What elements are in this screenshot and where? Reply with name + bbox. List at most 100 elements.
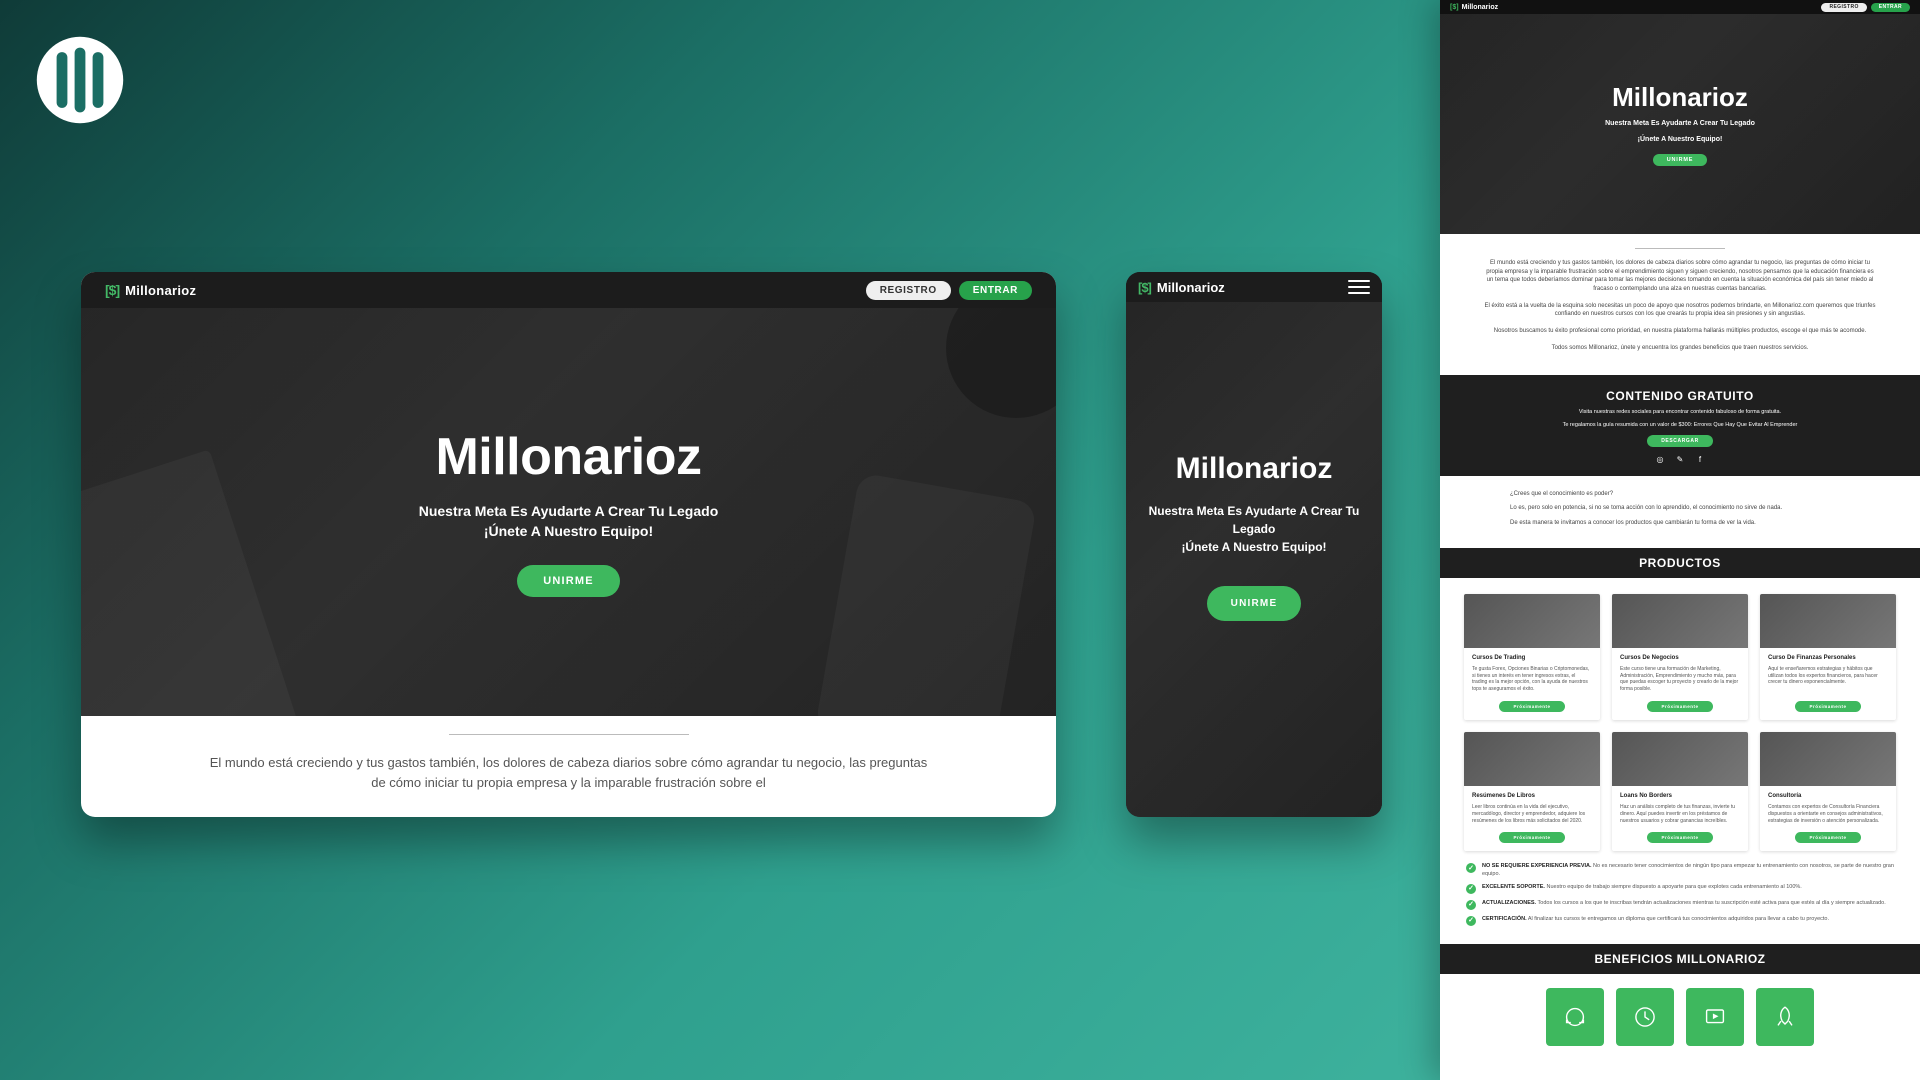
intro-divider [449, 734, 689, 735]
benefit-icon-1 [1546, 988, 1604, 1046]
gratuito-line2: Te regalamos la guía resumida con un val… [1500, 422, 1860, 429]
hero: Millonarioz Nuestra Meta Es Ayudarte A C… [1440, 14, 1920, 234]
hamburger-menu-icon[interactable] [1348, 280, 1370, 294]
gratuito-line1: Visita nuestras redes sociales para enco… [1500, 409, 1860, 416]
brand-name: Millonarioz [1462, 4, 1499, 11]
product-desc: Aquí te enseñaremos estrategias y hábito… [1768, 666, 1888, 686]
product-button[interactable]: Próximamente [1795, 832, 1860, 843]
product-button[interactable]: Próximamente [1647, 701, 1712, 712]
hero-sub1: Nuestra Meta Es Ayudarte A Crear Tu Lega… [1126, 502, 1382, 538]
product-body: ConsultoríaContamos con expertos de Cons… [1760, 786, 1896, 832]
product-title: Resúmenes De Libros [1472, 792, 1592, 800]
contenido-gratuito: CONTENIDO GRATUITO Visita nuestras redes… [1440, 375, 1920, 476]
feature-item: ✓ CERTIFICACIÓN. Al finalizar tus cursos … [1466, 916, 1894, 926]
play-icon [1701, 1003, 1729, 1031]
preview-mobile: [$] Millonarioz Millonarioz Nuestra Meta… [1126, 272, 1382, 817]
nav-buttons: REGISTRO ENTRAR [1821, 3, 1910, 12]
product-image [1464, 732, 1600, 786]
check-icon: ✓ [1466, 916, 1476, 926]
beneficios-icons [1440, 974, 1920, 1060]
hero-sub1: Nuestra Meta Es Ayudarte A Crear Tu Lega… [419, 501, 719, 521]
intro-f4: Todos somos Millonarioz, únete y encuent… [1484, 344, 1876, 353]
product-body: Loans No BordersHaz un análisis completo… [1612, 786, 1748, 832]
navbar: [$] Millonarioz REGISTRO ENTRAR [1440, 0, 1920, 14]
feature-item: ✓ACTUALIZACIONES. Todos los cursos a los… [1466, 900, 1894, 910]
product-button[interactable]: Próximamente [1499, 832, 1564, 843]
know-q: ¿Crees que el conocimiento es poder? [1510, 490, 1850, 499]
knowledge-section: ¿Crees que el conocimiento es poder? Lo … [1440, 476, 1920, 548]
product-desc: Leer libros continúa en la vida del ejec… [1472, 804, 1592, 824]
product-desc: Te gusta Forex, Opciones Binarias o Crip… [1472, 666, 1592, 693]
clock-icon [1631, 1003, 1659, 1031]
social-icons: ◎ ✎ f [1500, 455, 1860, 464]
product-card: Resúmenes De Libros Leer libros continúa … [1464, 732, 1600, 851]
benefit-icon-4 [1756, 988, 1814, 1046]
brand: [$] Millonarioz [1450, 4, 1498, 11]
hero-title: Millonarioz [1176, 452, 1333, 486]
product-desc: Haz un análisis completo de tus finanzas… [1620, 804, 1740, 824]
headset-icon [1561, 1003, 1589, 1031]
brand: [$] Millonarioz [1138, 280, 1225, 295]
hero: Millonarioz Nuestra Meta Es Ayudarte A C… [81, 308, 1056, 716]
product-card: Curso De Finanzas PersonalesAquí te ense… [1760, 594, 1896, 720]
hero-title: Millonarioz [435, 427, 701, 487]
product-desc: Este curso tiene una formación de Market… [1620, 666, 1740, 693]
product-button[interactable]: Próximamente [1499, 701, 1564, 712]
product-card: Loans No BordersHaz un análisis completo… [1612, 732, 1748, 851]
product-title: Cursos De Trading [1472, 654, 1592, 662]
hero-decor [81, 449, 302, 716]
product-image [1612, 732, 1748, 786]
brand-mark-icon: [$] [105, 282, 119, 298]
brand: [$] Millonarioz [105, 282, 196, 298]
mobile-navbar: [$] Millonarioz [1126, 272, 1382, 302]
intro-f2: El éxito está a la vuelta de la esquina … [1484, 302, 1876, 319]
navbar: [$] Millonarioz REGISTRO ENTRAR [81, 272, 1056, 308]
intro-f3: Nosotros buscamos tu éxito profesional c… [1484, 327, 1876, 336]
preview-desktop: [$] Millonarioz REGISTRO ENTRAR Millonar… [81, 272, 1056, 817]
product-body: Resúmenes De Libros Leer libros continúa … [1464, 786, 1600, 832]
product-image [1760, 732, 1896, 786]
descargar-button[interactable]: DESCARGAR [1647, 435, 1713, 447]
instagram-icon[interactable]: ◎ [1655, 455, 1665, 464]
beneficios-heading: BENEFICIOS MILLONARIOZ [1440, 944, 1920, 974]
productos-grid: Cursos De Trading Te gusta Forex, Opcione… [1440, 578, 1920, 857]
registro-button[interactable]: REGISTRO [1821, 3, 1866, 12]
feature-item: ✓EXCELENTE SOPORTE. Nuestro equipo de tr… [1466, 884, 1894, 894]
hero-sub2: ¡Únete A Nuestro Equipo! [1167, 538, 1340, 556]
features-list: ✓NO SE REQUIERE EXPERIENCIA PREVIA. No e… [1440, 857, 1920, 944]
facebook-icon[interactable]: f [1695, 455, 1705, 464]
hero-sub2: ¡Únete A Nuestro Equipo! [1638, 135, 1723, 144]
entrar-button[interactable]: ENTRAR [959, 281, 1032, 300]
hero-title: Millonarioz [1612, 82, 1748, 113]
check-icon: ✓ [1466, 884, 1476, 894]
blog-icon[interactable]: ✎ [1675, 455, 1685, 464]
intro-p1: El mundo está creciendo y tus gastos tam… [201, 753, 936, 793]
feature-text: ACTUALIZACIONES. Todos los cursos a los … [1482, 900, 1886, 907]
hero-sub2: ¡Únete A Nuestro Equipo! [484, 521, 653, 541]
feature-item: ✓NO SE REQUIERE EXPERIENCIA PREVIA. No e… [1466, 863, 1894, 878]
unirme-button[interactable]: UNIRME [517, 565, 620, 597]
benefit-icon-3 [1686, 988, 1744, 1046]
brand-mark-icon: [$] [1450, 4, 1459, 11]
brand-mark-icon: [$] [1138, 280, 1151, 295]
hero-sub1: Nuestra Meta Es Ayudarte A Crear Tu Lega… [1605, 119, 1755, 128]
brand-name: Millonarioz [1157, 280, 1225, 295]
know-p1: Lo es, pero solo en potencia, si no se t… [1510, 504, 1850, 513]
intro-section: El mundo está creciendo y tus gastos tam… [81, 716, 1056, 793]
product-card: Cursos De Negocios Este curso tiene una f… [1612, 594, 1748, 720]
gratuito-title: CONTENIDO GRATUITO [1500, 389, 1860, 403]
unirme-button[interactable]: UNIRME [1653, 154, 1708, 166]
rocket-icon [1771, 1003, 1799, 1031]
product-body: Cursos De Trading Te gusta Forex, Opcione… [1464, 648, 1600, 701]
product-desc: Contamos con expertos de Consultoría Fin… [1768, 804, 1888, 824]
unirme-button[interactable]: UNIRME [1207, 586, 1302, 621]
product-body: Cursos De Negocios Este curso tiene una f… [1612, 648, 1748, 701]
brand-name: Millonarioz [125, 283, 196, 298]
product-button[interactable]: Próximamente [1795, 701, 1860, 712]
entrar-button[interactable]: ENTRAR [1871, 3, 1910, 12]
registro-button[interactable]: REGISTRO [866, 281, 951, 300]
feature-text: CERTIFICACIÓN. Al finalizar tus cursos t… [1482, 916, 1829, 923]
product-button[interactable]: Próximamente [1647, 832, 1712, 843]
product-title: Cursos De Negocios [1620, 654, 1740, 662]
benefit-icon-2 [1616, 988, 1674, 1046]
